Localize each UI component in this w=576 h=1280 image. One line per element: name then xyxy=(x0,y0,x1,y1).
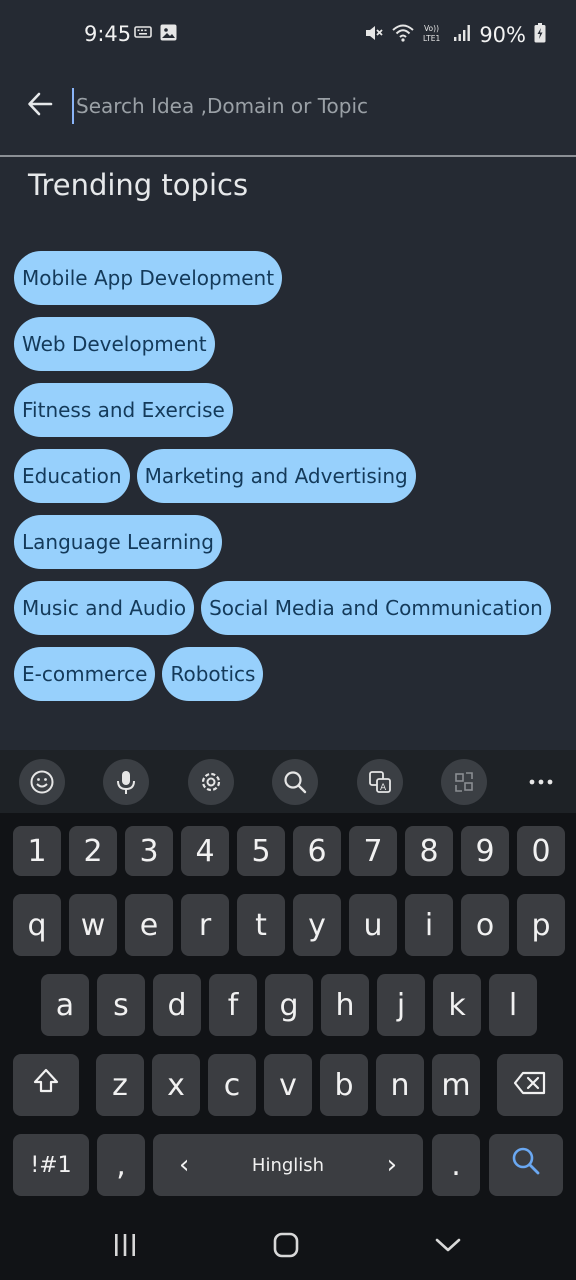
key-d[interactable]: d xyxy=(153,974,201,1036)
svg-text:A: A xyxy=(380,783,387,793)
emoji-icon[interactable] xyxy=(19,759,65,805)
key-m[interactable]: m xyxy=(432,1054,480,1116)
battery-charging-icon xyxy=(534,23,546,47)
search-input[interactable] xyxy=(72,88,542,124)
key-6[interactable]: 6 xyxy=(293,826,341,876)
topic-chip[interactable]: Robotics xyxy=(162,647,264,701)
convert-icon[interactable] xyxy=(441,759,487,805)
key-1[interactable]: 1 xyxy=(13,826,61,876)
key-w[interactable]: w xyxy=(69,894,117,956)
key-2[interactable]: 2 xyxy=(69,826,117,876)
volte-icon: Vo)) LTE1 xyxy=(423,23,445,47)
shift-icon xyxy=(32,1067,60,1103)
space-key[interactable]: ‹ Hinglish › xyxy=(153,1134,423,1196)
key-j[interactable]: j xyxy=(377,974,425,1036)
key-z[interactable]: z xyxy=(96,1054,144,1116)
topic-chip[interactable]: Music and Audio xyxy=(14,581,195,635)
keyboard-toolbar: A xyxy=(0,750,576,813)
key-8[interactable]: 8 xyxy=(405,826,453,876)
key-e[interactable]: e xyxy=(125,894,173,956)
shift-key[interactable] xyxy=(13,1054,79,1116)
key-7[interactable]: 7 xyxy=(349,826,397,876)
key-i[interactable]: i xyxy=(405,894,453,956)
topic-chip[interactable]: Web Development xyxy=(14,317,215,371)
key-9[interactable]: 9 xyxy=(461,826,509,876)
search-icon[interactable] xyxy=(272,759,318,805)
key-l[interactable]: l xyxy=(489,974,537,1036)
key-3[interactable]: 3 xyxy=(125,826,173,876)
key-b[interactable]: b xyxy=(320,1054,368,1116)
key-v[interactable]: v xyxy=(264,1054,312,1116)
keyboard-icon xyxy=(134,24,152,43)
more-icon[interactable] xyxy=(518,759,564,805)
battery-percent: 90% xyxy=(479,23,526,47)
image-icon xyxy=(160,24,177,45)
topic-chip[interactable]: Marketing and Advertising xyxy=(136,449,416,503)
key-5[interactable]: 5 xyxy=(237,826,285,876)
key-y[interactable]: y xyxy=(293,894,341,956)
screen: 9:45 Vo)) LTE1 90% Search Idea ,Domain o… xyxy=(0,0,576,1280)
key-h[interactable]: h xyxy=(321,974,369,1036)
topic-chip[interactable]: Language Learning xyxy=(14,515,222,569)
key-k[interactable]: k xyxy=(433,974,481,1036)
svg-text:LTE1: LTE1 xyxy=(423,34,440,43)
key-o[interactable]: o xyxy=(461,894,509,956)
svg-text:Vo)): Vo)) xyxy=(424,24,439,33)
mute-icon xyxy=(363,23,383,47)
back-down-icon[interactable] xyxy=(428,1225,468,1265)
topic-chip[interactable]: Education xyxy=(14,449,130,503)
search-icon xyxy=(510,1145,542,1185)
key-a[interactable]: a xyxy=(41,974,89,1036)
topic-chip[interactable]: Fitness and Exercise xyxy=(14,383,233,437)
key-x[interactable]: x xyxy=(152,1054,200,1116)
key-u[interactable]: u xyxy=(349,894,397,956)
signal-icon xyxy=(453,24,471,46)
status-bar: 9:45 Vo)) LTE1 90% xyxy=(0,0,576,70)
topic-chip[interactable]: Social Media and Communication xyxy=(201,581,551,635)
key-n[interactable]: n xyxy=(376,1054,424,1116)
search-header xyxy=(0,72,576,156)
section-title: Trending topics xyxy=(28,168,249,202)
key-c[interactable]: c xyxy=(208,1054,256,1116)
key-0[interactable]: 0 xyxy=(517,826,565,876)
key-r[interactable]: r xyxy=(181,894,229,956)
key-g[interactable]: g xyxy=(265,974,313,1036)
key-p[interactable]: p xyxy=(517,894,565,956)
status-time: 9:45 xyxy=(84,22,132,46)
home-icon[interactable] xyxy=(266,1225,306,1265)
header-divider xyxy=(0,155,576,157)
mic-icon[interactable] xyxy=(103,759,149,805)
language-label: Hinglish xyxy=(251,1154,325,1176)
translate-icon[interactable]: A xyxy=(357,759,403,805)
backspace-key[interactable] xyxy=(497,1054,563,1116)
recents-icon[interactable] xyxy=(105,1225,145,1265)
topic-chip[interactable]: E-commerce xyxy=(14,647,156,701)
search-key[interactable] xyxy=(489,1134,563,1196)
chevron-left-icon: ‹ xyxy=(179,1150,190,1180)
settings-icon[interactable] xyxy=(188,759,234,805)
key-4[interactable]: 4 xyxy=(181,826,229,876)
back-button[interactable] xyxy=(22,88,58,124)
key-s[interactable]: s xyxy=(97,974,145,1036)
backspace-icon xyxy=(513,1068,547,1103)
symbols-key[interactable]: !#1 xyxy=(13,1134,89,1196)
keyboard: A 1 2 3 4 5 6 7 8 9 0 q w e r t y u i o … xyxy=(0,750,576,1280)
topic-chip[interactable]: Mobile App Development xyxy=(14,251,283,305)
key-q[interactable]: q xyxy=(13,894,61,956)
period-key[interactable]: . xyxy=(432,1134,480,1196)
key-f[interactable]: f xyxy=(209,974,257,1036)
topic-chips: Mobile App Development Web Development F… xyxy=(14,251,564,701)
wifi-icon xyxy=(391,23,415,47)
status-icons: Vo)) LTE1 90% xyxy=(363,22,546,48)
comma-key[interactable]: , xyxy=(97,1134,145,1196)
arrow-left-icon xyxy=(27,91,53,121)
navigation-bar xyxy=(0,1205,576,1280)
chevron-right-icon: › xyxy=(386,1150,397,1180)
key-t[interactable]: t xyxy=(237,894,285,956)
